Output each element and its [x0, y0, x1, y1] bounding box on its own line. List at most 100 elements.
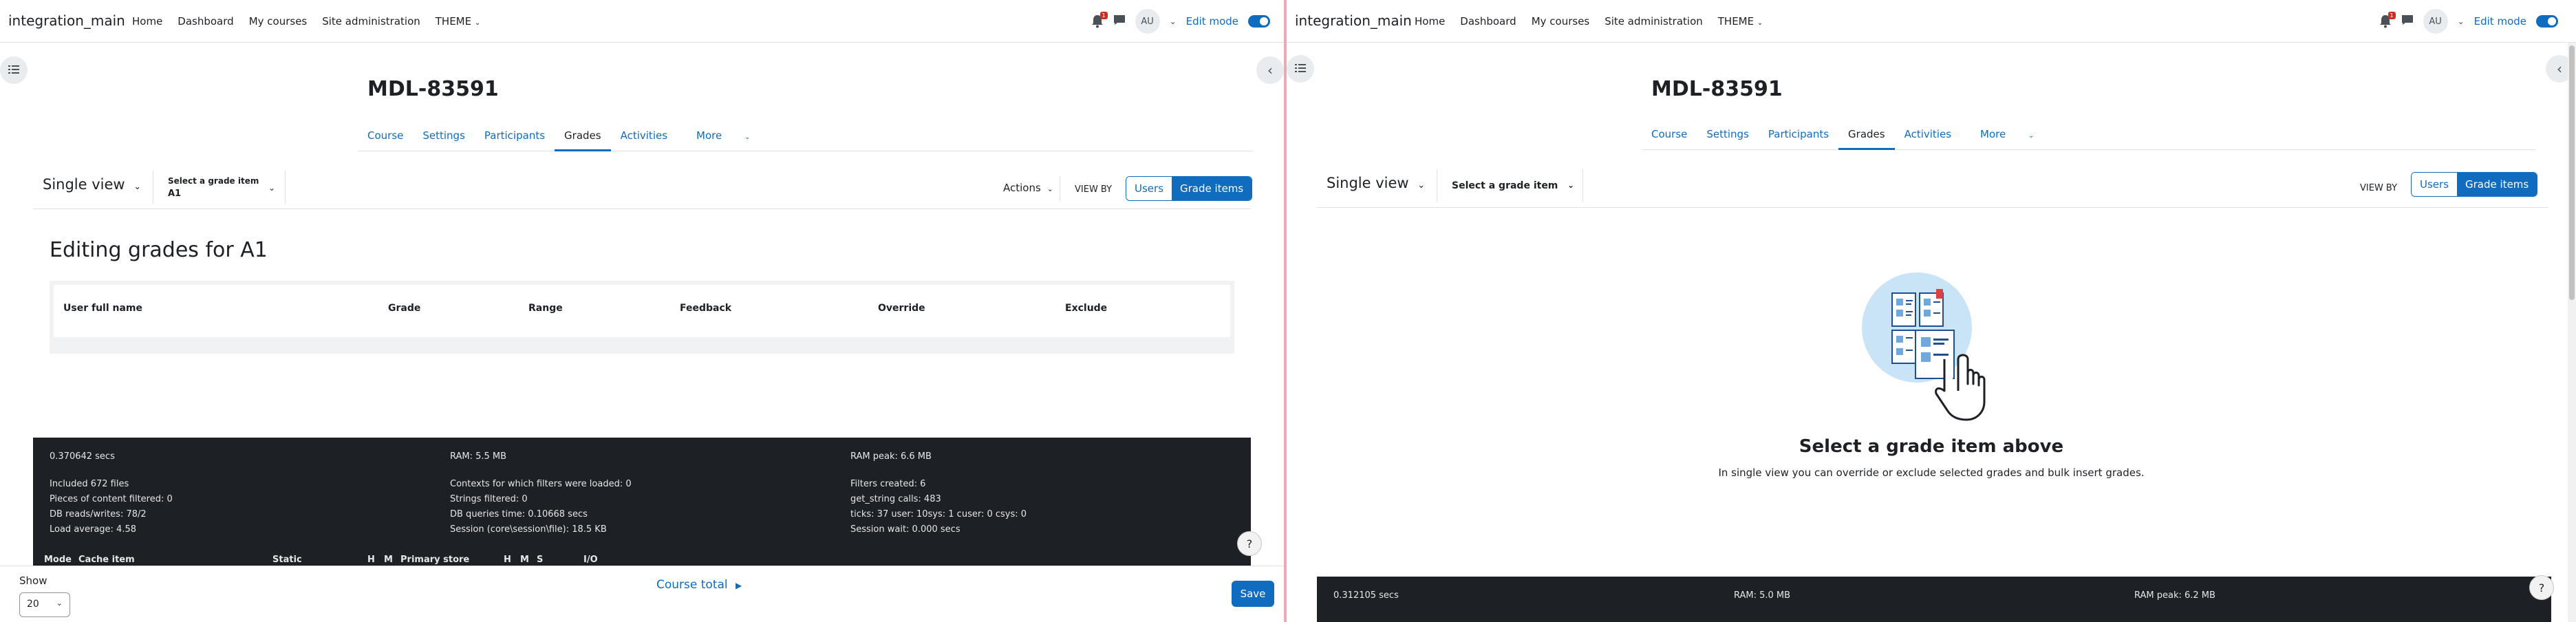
report-selector-label: Single view — [1327, 175, 1409, 191]
nav-dashboard[interactable]: Dashboard — [178, 15, 233, 28]
empty-state-description: In single view you can override or exclu… — [1718, 466, 2145, 479]
grade-table: User full name Grade Range Feedback Over… — [54, 285, 1230, 337]
tab-more-label: More — [696, 129, 722, 142]
sticky-footer: Show 20 ⌄ — [0, 566, 1284, 622]
nav-theme-label: THEME — [1717, 15, 1754, 28]
open-course-index-button[interactable] — [1287, 55, 1314, 83]
grade-item-selector-label: Select a grade item — [168, 176, 259, 186]
tab-course[interactable]: Course — [1642, 121, 1697, 150]
cache-header-primary-store: Primary store — [400, 555, 470, 565]
primary-nav: Home Dashboard My courses Site administr… — [1415, 0, 1763, 43]
notification-bell-icon[interactable]: 1 — [2379, 12, 2396, 28]
cache-header-s: S — [537, 555, 544, 565]
nav-theme[interactable]: THEME ⌄ — [1718, 15, 1763, 28]
chevron-left-icon: ‹ — [2557, 61, 2562, 77]
nav-my-courses[interactable]: My courses — [1532, 15, 1590, 28]
notification-count-badge: 1 — [1099, 12, 1108, 19]
column-header-exclude: Exclude — [1065, 303, 1108, 314]
nav-home[interactable]: Home — [132, 15, 162, 28]
top-navbar: integration_main Home Dashboard My cours… — [1287, 0, 2576, 43]
view-by-users-button[interactable]: Users — [1126, 177, 1172, 200]
list-icon — [8, 64, 19, 77]
perf-contexts-filters: Contexts for which filters were loaded: … — [450, 479, 632, 489]
column-header-feedback: Feedback — [680, 303, 732, 314]
column-header-override: Override — [878, 303, 925, 314]
tab-settings[interactable]: Settings — [1697, 121, 1759, 150]
tab-participants[interactable]: Participants — [475, 122, 555, 151]
nav-site-administration[interactable]: Site administration — [1604, 15, 1703, 28]
grade-item-selector[interactable]: Select a grade item ⌄ — [1452, 180, 1574, 191]
cache-header-static: Static — [272, 555, 302, 565]
view-by-users-button[interactable]: Users — [2412, 173, 2458, 196]
user-avatar[interactable]: AU — [2423, 9, 2448, 34]
tab-activities[interactable]: Activities — [611, 122, 677, 151]
navbar-tools: 1 AU ⌄ Edit mode — [2379, 0, 2558, 43]
column-header-grade: Grade — [388, 303, 421, 314]
edit-mode-label: Edit mode — [1185, 15, 1238, 28]
tab-grades[interactable]: Grades — [1838, 121, 1895, 150]
scrollbar-thumb[interactable] — [2569, 45, 2575, 300]
open-block-drawer-button[interactable]: ‹ — [1256, 56, 1284, 84]
per-page-select[interactable]: 20 ⌄ — [19, 592, 70, 617]
tab-more-label: More — [1980, 128, 2006, 140]
report-selector[interactable]: Single view ⌄ — [1327, 175, 1425, 191]
notification-bell-icon[interactable]: 1 — [1091, 12, 1108, 28]
secondary-nav: Course Settings Participants Grades Acti… — [1642, 121, 2536, 150]
perf-get-string-calls: get_string calls: 483 — [850, 494, 941, 504]
edit-mode-toggle[interactable] — [2536, 15, 2558, 28]
nav-theme-label: THEME — [435, 15, 472, 28]
user-menu-chevron-icon[interactable]: ⌄ — [2458, 17, 2465, 26]
user-avatar[interactable]: AU — [1135, 9, 1160, 34]
perf-ticks: ticks: 37 user: 10sys: 1 cuser: 0 csys: … — [850, 509, 1027, 519]
tab-grades[interactable]: Grades — [555, 122, 611, 151]
perf-ram: RAM: 5.5 MB — [450, 451, 507, 462]
help-button[interactable]: ? — [2529, 575, 2554, 600]
page-title: MDL-83591 — [367, 77, 499, 101]
edit-mode-label: Edit mode — [2473, 15, 2526, 28]
chevron-down-icon: ⌄ — [2028, 132, 2035, 140]
perf-db-queries-time: DB queries time: 0.10668 secs — [450, 509, 588, 519]
nav-site-administration[interactable]: Site administration — [322, 15, 420, 28]
report-selector[interactable]: Single view ⌄ — [43, 176, 141, 193]
help-button[interactable]: ? — [1237, 531, 1262, 556]
column-header-user-full-name[interactable]: User full name — [63, 303, 142, 314]
cache-header-m: M — [384, 555, 393, 565]
save-button[interactable]: Save — [1232, 581, 1274, 607]
site-brand[interactable]: integration_main — [8, 12, 125, 29]
tab-more[interactable]: More ⌄ — [1961, 121, 2053, 150]
report-selector-label: Single view — [43, 176, 125, 193]
grade-item-selector[interactable]: Select a grade item A1 ⌄ — [168, 176, 275, 199]
open-course-index-button[interactable] — [0, 56, 28, 84]
messages-icon[interactable] — [1113, 14, 1126, 28]
messages-icon[interactable] — [2401, 14, 2414, 28]
list-icon — [1295, 63, 1306, 76]
view-by-label: VIEW BY — [2360, 183, 2398, 193]
nav-home[interactable]: Home — [1415, 15, 1445, 28]
perf-filters-created: Filters created: 6 — [850, 479, 926, 489]
user-menu-chevron-icon[interactable]: ⌄ — [1170, 17, 1177, 26]
page-title: MDL-83591 — [1651, 77, 1783, 101]
performance-info: 0.312105 secs RAM: 5.0 MB RAM peak: 6.2 … — [1317, 577, 2551, 622]
cache-header-cache-item: Cache item — [78, 555, 135, 565]
view-by-grade-items-button[interactable]: Grade items — [1172, 177, 1252, 200]
chevron-down-icon: ⌄ — [56, 599, 63, 608]
page-scrollbar[interactable] — [2568, 43, 2576, 622]
edit-mode-toggle[interactable] — [1248, 15, 1270, 28]
perf-session-wait: Session wait: 0.000 secs — [850, 524, 960, 535]
nav-theme[interactable]: THEME ⌄ — [436, 15, 481, 28]
cache-header-mode: Mode — [44, 555, 72, 565]
site-brand[interactable]: integration_main — [1295, 12, 1412, 29]
tab-settings[interactable]: Settings — [413, 122, 475, 151]
perf-session-size: Session (core\session\file): 18.5 KB — [450, 524, 607, 535]
chevron-down-icon: ⌄ — [133, 182, 142, 192]
tab-more[interactable]: More ⌄ — [677, 122, 769, 151]
nav-dashboard[interactable]: Dashboard — [1460, 15, 1516, 28]
tab-course[interactable]: Course — [358, 122, 413, 151]
view-by-grade-items-button[interactable]: Grade items — [2457, 173, 2537, 196]
course-total-link[interactable]: Course total ▶ — [656, 578, 742, 592]
nav-my-courses[interactable]: My courses — [249, 15, 308, 28]
tab-participants[interactable]: Participants — [1759, 121, 1838, 150]
tab-activities[interactable]: Activities — [1895, 121, 1961, 150]
perf-time: 0.312105 secs — [1333, 590, 1399, 601]
actions-menu[interactable]: Actions ⌄ — [1003, 182, 1053, 194]
